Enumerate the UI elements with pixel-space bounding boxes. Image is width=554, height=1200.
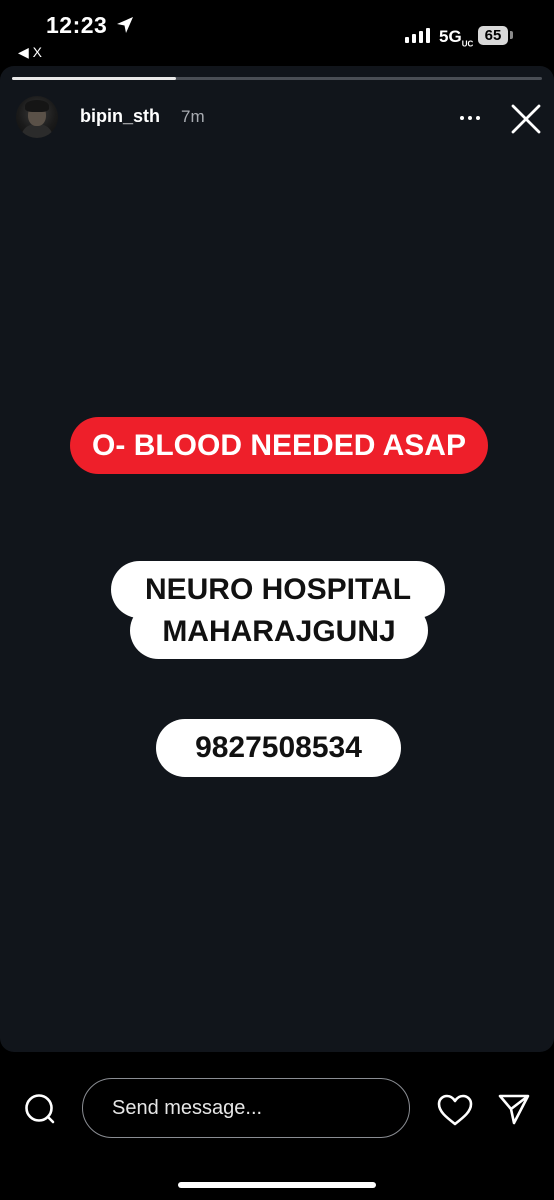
avatar-hair <box>25 100 49 112</box>
network-suffix: UC <box>461 39 474 49</box>
more-options-icon[interactable] <box>455 106 485 130</box>
network-type: 5GUC <box>439 27 473 48</box>
avatar[interactable] <box>16 96 58 138</box>
story-username[interactable]: bipin_sth <box>80 106 160 127</box>
story-time-ago: 7m <box>181 107 205 126</box>
home-indicator[interactable] <box>178 1182 376 1188</box>
network-label: 5G <box>439 27 462 46</box>
avatar-body <box>21 124 53 138</box>
send-message-input[interactable] <box>82 1078 410 1138</box>
battery-tip <box>510 31 513 39</box>
signal-bars-icon <box>405 28 430 43</box>
status-bar: 12:23 ◀ X 5GUC 65 <box>0 0 554 66</box>
camera-icon[interactable] <box>22 1091 58 1127</box>
blood-alert-sticker: O- BLOOD NEEDED ASAP <box>70 417 488 474</box>
back-to-app-link[interactable]: ◀ X <box>18 44 42 61</box>
phone-number-sticker[interactable]: 9827508534 <box>156 719 401 777</box>
status-time: 12:23 <box>46 12 108 38</box>
story-progress-fill <box>12 77 177 80</box>
heart-icon[interactable] <box>436 1093 474 1127</box>
story-progress-bar <box>12 77 542 80</box>
hospital-name-sticker: NEURO HOSPITAL <box>111 561 445 618</box>
battery-level: 65 <box>484 27 502 44</box>
location-arrow-icon <box>117 17 133 33</box>
close-icon[interactable] <box>506 99 546 139</box>
story-viewer[interactable]: bipin_sth 7m O- BLOOD NEEDED ASAP MAHARA… <box>0 66 554 1052</box>
send-icon[interactable] <box>497 1092 531 1126</box>
battery-icon: 65 <box>478 26 508 45</box>
